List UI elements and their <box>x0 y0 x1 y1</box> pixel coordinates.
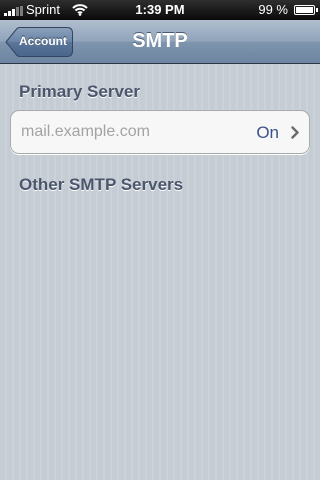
navigation-bar: Account SMTP <box>0 20 320 64</box>
server-name: mail.example.com <box>21 123 150 140</box>
page-title: SMTP <box>132 30 188 52</box>
account-back-button[interactable]: Account <box>5 27 73 57</box>
battery-percentage: 99 % <box>258 2 288 17</box>
primary-server-row[interactable]: mail.example.com On <box>10 110 310 154</box>
other-smtp-servers-header: Other SMTP Servers <box>19 175 184 194</box>
battery-icon <box>294 5 315 15</box>
primary-server-header: Primary Server <box>19 82 140 101</box>
server-status: On <box>256 123 279 142</box>
back-button-label: Account <box>19 34 67 48</box>
status-bar: Sprint 1:39 PM 99 % <box>0 0 320 20</box>
chevron-right-icon <box>291 126 299 144</box>
battery-tip <box>316 8 318 12</box>
